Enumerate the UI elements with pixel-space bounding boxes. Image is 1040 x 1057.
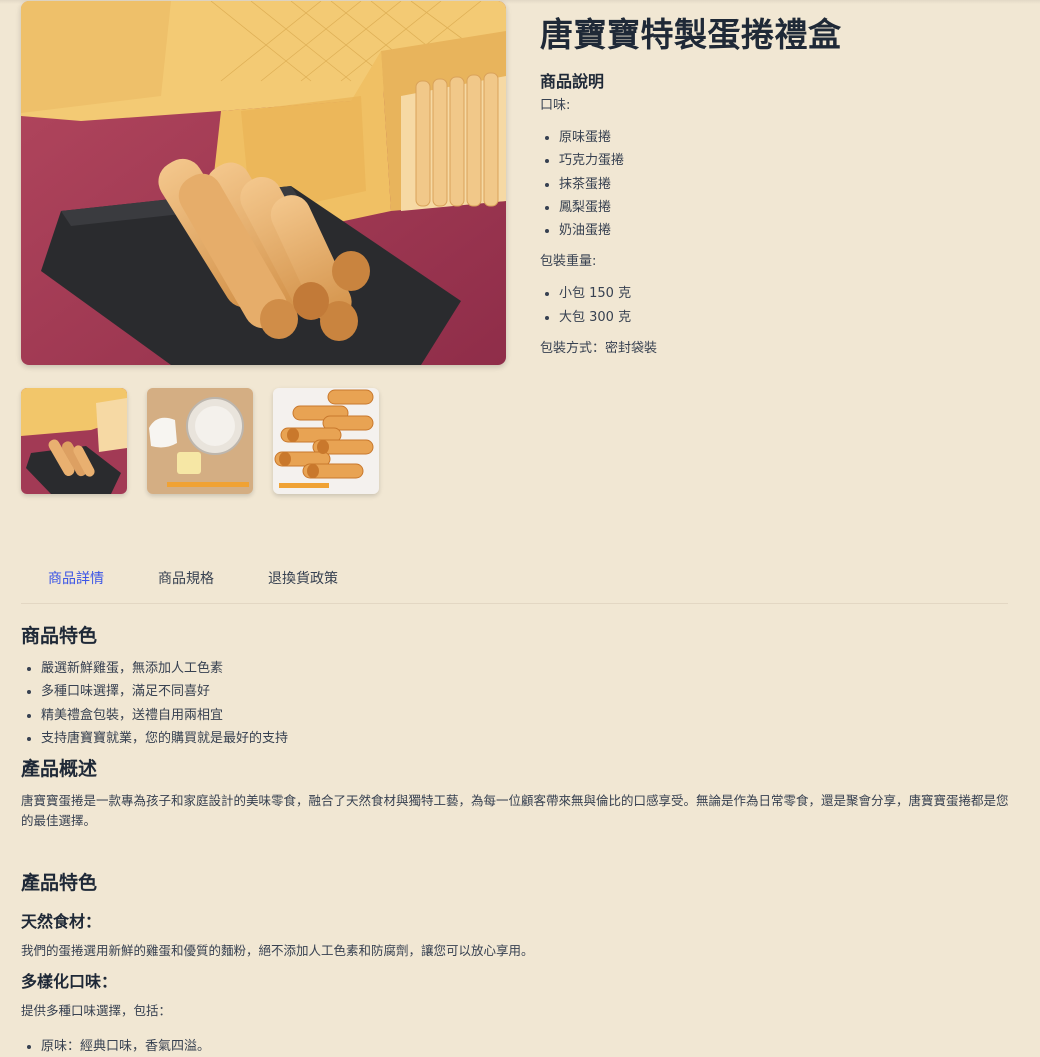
natural-ingredients-text: 我們的蛋捲選用新鮮的雞蛋和優質的麵粉，絕不添加人工色素和防腐劑，讓您可以放心享用… (21, 943, 534, 959)
natural-ingredients-heading: 天然食材： (21, 912, 102, 932)
variety-text: 提供多種口味選擇，包括： (21, 1003, 172, 1019)
overview-heading: 產品概述 (21, 758, 98, 781)
flavor-item: 奶油蛋捲 (559, 219, 1010, 242)
feature-item: 精美禮盒包裝，送禮自用兩相宜 (41, 704, 1011, 727)
tab-return-policy[interactable]: 退換貨政策 (241, 566, 365, 603)
flavor-item: 抹茶蛋捲 (559, 173, 1010, 196)
product-title: 唐寶寶特製蛋捲禮盒 (540, 15, 842, 54)
packaging-info: 包裝方式：密封袋裝 (540, 341, 658, 357)
tab-product-details[interactable]: 商品詳情 (21, 566, 131, 603)
product-details-content: 商品特色 嚴選新鮮雞蛋，無添加人工色素 多種口味選擇，滿足不同喜好 精美禮盒包裝… (21, 622, 1011, 1057)
flavor-item: 原味蛋捲 (559, 126, 1010, 149)
description-heading: 商品說明 (540, 72, 605, 91)
weight-label: 包裝重量: (540, 254, 597, 270)
variety-heading: 多樣化口味： (21, 972, 118, 992)
thumbnail-gift-box[interactable] (21, 388, 127, 494)
flavor-item: 鳳梨蛋捲 (559, 196, 1010, 219)
weight-item: 小包 150 克 (559, 282, 1010, 305)
variety-item: 原味：經典口味，香氣四溢。 (41, 1035, 1011, 1057)
feature-item: 支持唐寶寶就業，您的購買就是最好的支持 (41, 727, 1011, 750)
variety-list: 原味：經典口味，香氣四溢。 (21, 1035, 1011, 1057)
weight-item: 大包 300 克 (559, 306, 1010, 329)
feature-item: 嚴選新鮮雞蛋，無添加人工色素 (41, 657, 1011, 680)
flavor-label: 口味: (540, 98, 571, 113)
gift-box-thumbnail (21, 388, 127, 494)
main-product-image[interactable] (21, 1, 506, 365)
product-info: 唐寶寶特製蛋捲禮盒 商品說明 口味: 原味蛋捲 巧克力蛋捲 抹茶蛋捲 鳳梨蛋捲 … (540, 14, 1010, 358)
features-heading: 商品特色 (21, 625, 98, 647)
flavor-list: 原味蛋捲 巧克力蛋捲 抹茶蛋捲 鳳梨蛋捲 奶油蛋捲 (540, 126, 1010, 242)
flavor-item: 巧克力蛋捲 (559, 149, 1010, 172)
features-list: 嚴選新鮮雞蛋，無添加人工色素 多種口味選擇，滿足不同喜好 精美禮盒包裝，送禮自用… (21, 657, 1011, 750)
thumbnail-egg-roll-stack[interactable] (273, 388, 379, 494)
weight-list: 小包 150 克 大包 300 克 (540, 282, 1010, 329)
egg-roll-stack-thumbnail (273, 388, 379, 494)
features2-heading: 產品特色 (21, 872, 98, 895)
thumbnail-gallery (21, 388, 379, 494)
egg-roll-gift-box-photo (21, 1, 506, 365)
feature-item: 多種口味選擇，滿足不同喜好 (41, 680, 1011, 703)
tab-product-specs[interactable]: 商品規格 (131, 566, 241, 603)
detail-tabs: 商品詳情 商品規格 退換貨政策 (21, 566, 1008, 604)
thumbnail-ingredients[interactable] (147, 388, 253, 494)
overview-text: 唐寶寶蛋捲是一款專為孩子和家庭設計的美味零食，融合了天然食材與獨特工藝，為每一位… (21, 793, 1009, 829)
ingredients-thumbnail (147, 388, 253, 494)
